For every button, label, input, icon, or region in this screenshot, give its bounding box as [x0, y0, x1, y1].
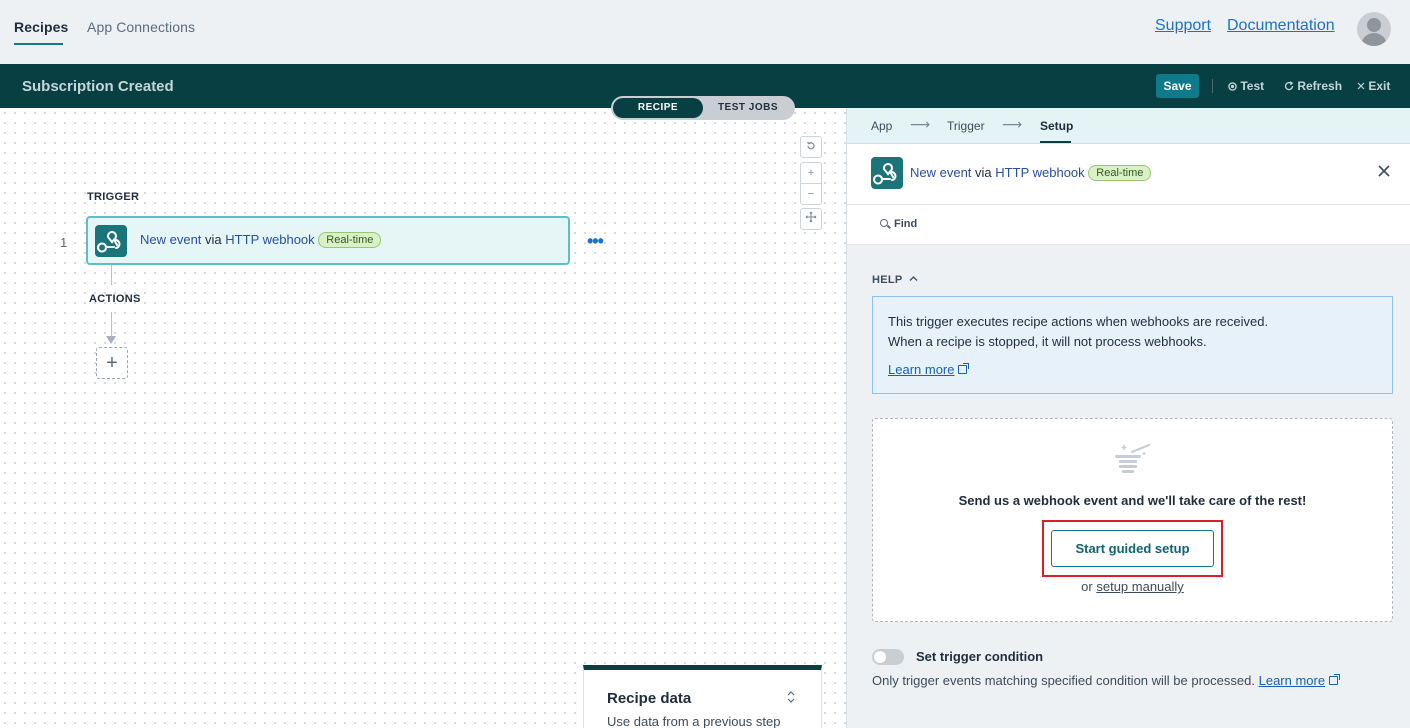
find-bar[interactable]: Find — [847, 205, 1410, 245]
more-icon: ••• — [587, 231, 604, 251]
active-tab-indicator — [14, 43, 63, 45]
help-toggle[interactable]: HELP — [872, 274, 918, 286]
reset-icon — [807, 141, 815, 150]
arrow-right-icon: ⟶ — [910, 116, 931, 132]
search-icon — [880, 219, 888, 227]
plus-icon: + — [807, 167, 815, 179]
fit-view-button[interactable] — [800, 208, 822, 230]
or-label: or — [1081, 579, 1093, 594]
tab-app-connections[interactable]: App Connections — [87, 19, 195, 35]
setup-message: Send us a webhook event and we'll take c… — [958, 493, 1307, 508]
step-number: 1 — [60, 235, 68, 250]
recipe-testjobs-toggle[interactable]: RECIPE TEST JOBS — [611, 96, 795, 120]
magic-hat-icon — [1115, 443, 1151, 473]
step-event-label: New event — [140, 232, 202, 247]
learn-more-label: Learn more — [1258, 673, 1326, 688]
add-action-button[interactable]: + — [96, 347, 128, 379]
plus-icon: + — [106, 352, 118, 374]
external-link-icon — [958, 363, 970, 374]
recipe-data-panel[interactable]: Recipe data Use data from a previous ste… — [583, 665, 822, 728]
learn-more-label: Learn more — [888, 362, 955, 377]
arrow-down-icon — [106, 336, 116, 344]
active-crumb-indicator — [1040, 141, 1071, 143]
step-app-label: HTTP webhook — [225, 232, 315, 247]
breadcrumb-trigger[interactable]: Trigger — [947, 119, 985, 133]
switch-knob — [874, 651, 886, 663]
trigger-step-card[interactable]: New event via HTTP webhook Real-time — [86, 216, 570, 265]
header-divider — [1212, 79, 1213, 93]
external-link-icon — [1329, 674, 1341, 685]
recipe-data-subtitle: Use data from a previous step — [607, 714, 781, 728]
exit-label: Exit — [1368, 79, 1391, 93]
reset-view-button[interactable] — [800, 136, 822, 158]
arrow-right-icon: ⟶ — [1002, 116, 1023, 132]
step-more-options-button[interactable]: ••• — [587, 231, 604, 252]
setup-manually-link[interactable]: setup manually — [1096, 579, 1183, 594]
tab-recipe[interactable]: RECIPE — [613, 98, 703, 118]
close-panel-button[interactable] — [1377, 161, 1391, 184]
trigger-step-title: New event via HTTP webhook Real-time — [140, 232, 382, 248]
trigger-condition-description: Only trigger events matching specified c… — [872, 673, 1341, 688]
condition-desc-text: Only trigger events matching specified c… — [872, 673, 1255, 688]
documentation-link[interactable]: Documentation — [1227, 17, 1335, 35]
setup-manually-row: or setup manually — [873, 579, 1392, 594]
chevron-up-icon — [909, 276, 918, 281]
close-icon — [1378, 165, 1390, 177]
minus-icon: − — [807, 188, 815, 200]
test-label: Test — [1240, 79, 1265, 93]
top-nav: Recipes App Connections Support Document… — [0, 0, 1410, 64]
avatar-head-shape — [1367, 18, 1381, 32]
realtime-badge: Real-time — [1088, 165, 1152, 181]
tab-recipes[interactable]: Recipes — [14, 19, 68, 35]
zoom-out-button[interactable]: − — [800, 183, 822, 205]
exit-button[interactable]: Exit — [1357, 79, 1390, 93]
avatar[interactable] — [1357, 12, 1391, 46]
test-button[interactable]: Test — [1228, 79, 1264, 93]
save-button[interactable]: Save — [1156, 74, 1199, 98]
help-learn-more-link[interactable]: Learn more — [888, 362, 970, 377]
panel-step-header: New event via HTTP webhook Real-time — [847, 144, 1410, 205]
trigger-section-label: TRIGGER — [87, 191, 140, 203]
trigger-condition-title: Set trigger condition — [916, 649, 1044, 664]
recipe-title: Subscription Created — [22, 78, 174, 95]
zoom-in-button[interactable]: + — [800, 162, 822, 184]
step-via-label: via — [975, 165, 992, 180]
help-box: This trigger executes recipe actions whe… — [872, 296, 1393, 394]
breadcrumb-app[interactable]: App — [871, 119, 892, 133]
breadcrumb-setup[interactable]: Setup — [1040, 119, 1073, 133]
trigger-condition-switch[interactable] — [872, 649, 904, 665]
help-text-line1: This trigger executes recipe actions whe… — [888, 314, 1269, 329]
webhook-icon — [95, 225, 127, 257]
realtime-badge: Real-time — [318, 232, 382, 248]
help-label: HELP — [872, 274, 903, 286]
webhook-icon — [871, 157, 903, 189]
find-label[interactable]: Find — [894, 218, 917, 230]
recipe-data-title: Recipe data — [607, 690, 692, 707]
avatar-body-shape — [1361, 33, 1387, 46]
record-icon — [1228, 82, 1237, 91]
actions-section-label: ACTIONS — [89, 293, 141, 305]
refresh-label: Refresh — [1297, 79, 1343, 93]
breadcrumb: App ⟶ Trigger ⟶ Setup — [847, 108, 1410, 144]
connector-line — [111, 265, 112, 285]
step-event-label: New event — [910, 165, 972, 180]
refresh-button[interactable]: Refresh — [1284, 79, 1342, 93]
expand-toggle-icon[interactable] — [786, 690, 796, 705]
step-config-panel: App ⟶ Trigger ⟶ Setup New event via HTTP… — [846, 108, 1410, 728]
refresh-icon — [1284, 81, 1294, 91]
step-via-label: via — [205, 232, 222, 247]
start-guided-setup-button[interactable]: Start guided setup — [1051, 530, 1214, 567]
condition-learn-more-link[interactable]: Learn more — [1258, 673, 1341, 688]
connector-line — [111, 312, 112, 338]
guided-setup-box: Send us a webhook event and we'll take c… — [872, 418, 1393, 622]
step-app-label: HTTP webhook — [995, 165, 1085, 180]
panel-step-title: New event via HTTP webhook Real-time — [910, 165, 1152, 181]
help-text-line2: When a recipe is stopped, it will not pr… — [888, 334, 1207, 349]
close-icon — [1357, 82, 1365, 90]
tab-test-jobs[interactable]: TEST JOBS — [703, 98, 793, 118]
move-icon — [805, 211, 817, 223]
support-link[interactable]: Support — [1155, 17, 1211, 35]
